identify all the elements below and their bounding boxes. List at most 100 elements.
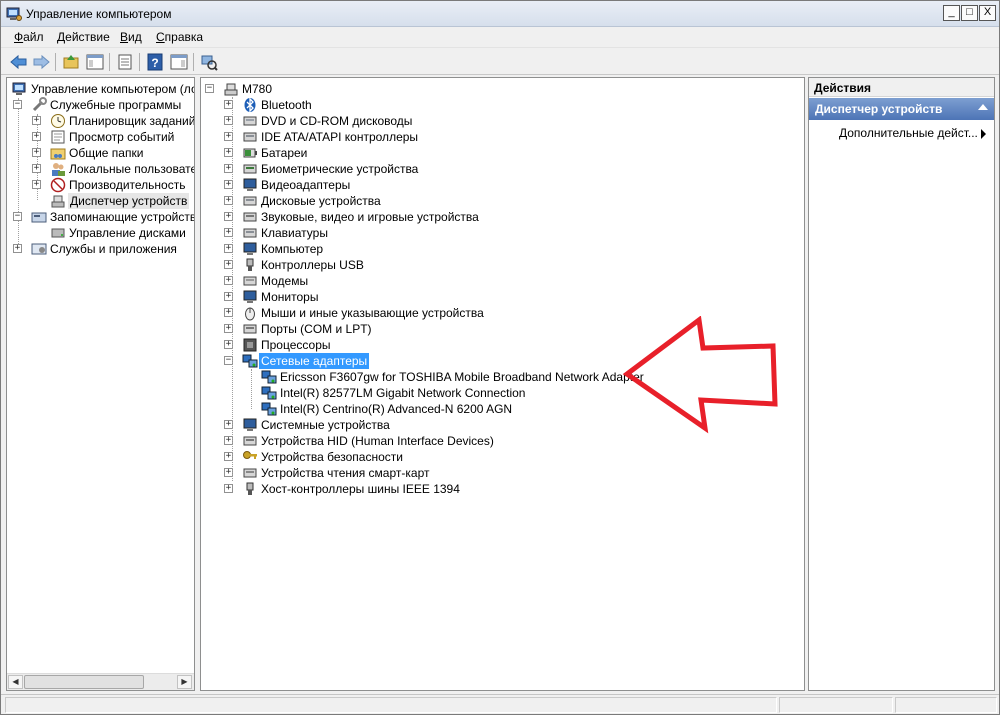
tree-node-label: Производительность [69, 178, 186, 192]
tree-node-category[interactable]: + Модемы [201, 273, 801, 289]
forward-arrow-icon[interactable] [31, 52, 51, 72]
expand-toggle[interactable]: + [32, 180, 41, 189]
keyboard-icon [243, 228, 257, 238]
tree-node-category[interactable]: + Мониторы [201, 289, 801, 305]
device-tree-label: Дисковые устройства [261, 194, 381, 208]
network-icon [261, 402, 277, 416]
collapse-toggle[interactable]: − [205, 84, 214, 93]
tree-node-category[interactable]: + Звуковые, видео и игровые устройства [201, 209, 801, 225]
tree-node-category[interactable]: + Батареи [201, 145, 801, 161]
display-adapter-icon [243, 178, 257, 191]
actions-section-device-manager[interactable]: Диспетчер устройств [809, 98, 994, 120]
toolbar: ? [1, 47, 999, 75]
mouse-icon [245, 307, 255, 321]
up-folder-icon[interactable] [61, 52, 81, 72]
expand-toggle[interactable]: + [32, 116, 41, 125]
expand-toggle[interactable]: + [32, 164, 41, 173]
tree-node-computer-root[interactable]: − M780 [201, 81, 801, 97]
help-icon[interactable]: ? [145, 52, 165, 72]
actions-header: Действия [809, 78, 994, 97]
status-bar [1, 694, 999, 714]
management-console-window: Управление компьютером _ □ X Файл Действ… [0, 0, 1000, 715]
device-tree-label: Устройства безопасности [261, 450, 403, 464]
collapse-toggle[interactable]: − [13, 212, 22, 221]
maximize-button[interactable]: □ [961, 5, 978, 21]
device-tree-label: Процессоры [261, 338, 331, 352]
device-tree-label: Контроллеры USB [261, 258, 364, 272]
ieee1394-icon [246, 482, 254, 495]
horizontal-scrollbar[interactable]: ◀ ▶ [7, 673, 194, 690]
disk-management-icon [51, 228, 65, 238]
tree-node-category[interactable]: + Хост-контроллеры шины IEEE 1394 [201, 481, 801, 497]
tree-node-category[interactable]: + Биометрические устройства [201, 161, 801, 177]
device-tree-label: Устройства HID (Human Interface Devices) [261, 434, 494, 448]
menu-action[interactable]: Действие [57, 30, 110, 44]
device-tree-label: Батареи [261, 146, 308, 160]
device-tree-label: Системные устройства [261, 418, 390, 432]
port-icon [243, 324, 257, 334]
scroll-thumb[interactable] [24, 675, 144, 689]
status-cell [779, 697, 893, 713]
tree-node-label: Диспетчер устройств [68, 193, 190, 209]
tree-node-category[interactable]: + IDE ATA/ATAPI контроллеры [201, 129, 801, 145]
device-tree-label: Клавиатуры [261, 226, 328, 240]
tree-node-category[interactable]: + Дисковые устройства [201, 193, 801, 209]
event-viewer-icon [51, 130, 65, 144]
device-tree-label: IDE ATA/ATAPI контроллеры [261, 130, 419, 144]
network-icon [261, 386, 277, 400]
collapse-toggle[interactable]: − [13, 100, 22, 109]
device-tree-label: Модемы [261, 274, 309, 288]
tree-node-label: Просмотр событий [69, 130, 175, 144]
computer-management-icon [12, 82, 26, 95]
shared-folder-icon [50, 148, 66, 160]
menu-view[interactable]: Вид [120, 30, 142, 44]
battery-icon [243, 148, 257, 158]
hid-icon [243, 436, 257, 446]
actions-pane: Действия Диспетчер устройств Дополнитель… [808, 77, 995, 691]
expand-toggle[interactable]: + [13, 244, 22, 253]
properties-icon[interactable] [115, 52, 135, 72]
tree-node-category[interactable]: + Компьютер [201, 241, 801, 257]
more-actions-item[interactable]: Дополнительные дейст... [839, 126, 978, 140]
minimize-button[interactable]: _ [943, 5, 960, 21]
tree-node-category[interactable]: + Клавиатуры [201, 225, 801, 241]
device-tree-label: Биометрические устройства [261, 162, 419, 176]
device-tree-label: Мониторы [261, 290, 319, 304]
disk-drive-icon [243, 196, 257, 206]
expand-toggle[interactable]: + [32, 132, 41, 141]
scroll-right-button[interactable]: ▶ [177, 675, 192, 689]
tree-node-category[interactable]: + DVD и CD-ROM дисководы [201, 113, 801, 129]
tree-node-category[interactable]: + Контроллеры USB [201, 257, 801, 273]
network-icon [242, 354, 258, 368]
back-arrow-icon[interactable] [9, 52, 29, 72]
tools-icon [32, 97, 47, 112]
tree-node-category[interactable]: + Видеоадаптеры [201, 177, 801, 193]
collapse-up-icon[interactable] [978, 104, 988, 110]
tree-node-category[interactable]: + Устройства HID (Human Interface Devices… [201, 433, 801, 449]
svg-text:?: ? [151, 56, 158, 70]
tree-node-label: Службы и приложения [50, 242, 177, 256]
close-button[interactable]: X [979, 5, 996, 21]
status-cell [5, 697, 777, 713]
usb-icon [246, 258, 254, 271]
tree-node-category[interactable]: + Устройства чтения смарт-карт [201, 465, 801, 481]
expand-toggle[interactable]: + [32, 148, 41, 157]
menu-help[interactable]: Справка [156, 30, 203, 44]
scan-hardware-icon[interactable] [199, 52, 219, 72]
menu-file[interactable]: Файл [14, 30, 44, 44]
device-tree-label: Сетевые адаптеры [259, 353, 370, 369]
device-tree-label: Устройства чтения смарт-карт [261, 466, 430, 480]
show-hide-tree-icon[interactable] [85, 52, 105, 72]
network-icon [261, 370, 277, 384]
device-tree-pane: − M780 + Bluetooth + DVD и CD-ROM дисководы + I… [200, 77, 805, 691]
tree-node-category[interactable]: + Bluetooth [201, 97, 801, 113]
show-hide-action-icon[interactable] [169, 52, 189, 72]
monitor-icon [243, 290, 257, 303]
sound-icon [243, 212, 257, 222]
device-tree-label: Ericsson F3607gw for TOSHIBA Mobile Broa… [280, 370, 644, 384]
expand-toggle[interactable]: + [224, 484, 233, 493]
tree-node-category[interactable]: + Устройства безопасности [201, 449, 801, 465]
window-title: Управление компьютером [26, 7, 172, 21]
scroll-left-button[interactable]: ◀ [8, 675, 23, 689]
toolbar-separator [109, 53, 110, 71]
